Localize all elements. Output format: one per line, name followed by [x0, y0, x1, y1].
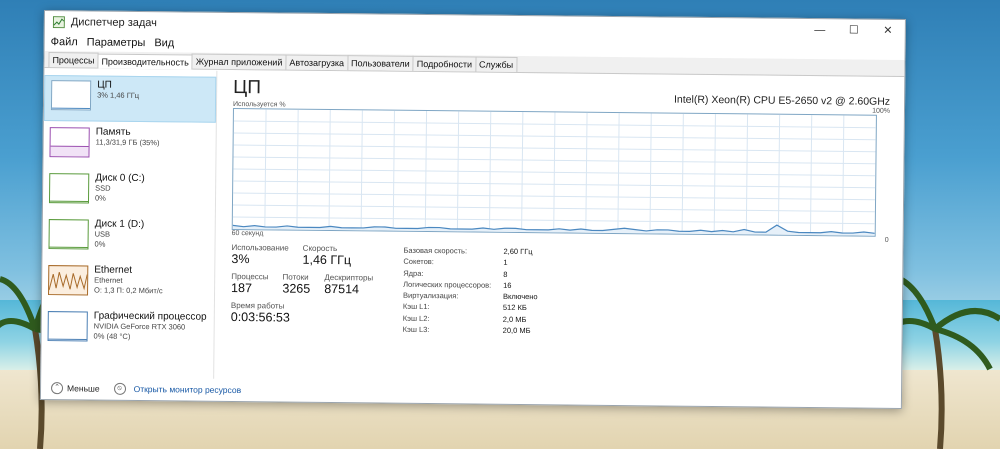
uptime-value: 0:03:56:53: [230, 309, 290, 325]
sidebar-item-ethernet[interactable]: Ethernet Ethernet О: 1,3 П: 0,2 Мбит/с: [42, 261, 214, 307]
grid-line-vertical: [328, 109, 331, 231]
sidebar-item-sub2: 0% (48 °C): [93, 331, 131, 341]
spec-value: Включено: [502, 292, 538, 302]
task-manager-icon: [52, 16, 65, 29]
menu-options[interactable]: Параметры: [87, 36, 146, 49]
tab-processes[interactable]: Процессы: [48, 52, 99, 68]
close-button[interactable]: ✕: [871, 20, 905, 42]
processes-value: 187: [231, 280, 253, 296]
grid-line-vertical: [264, 109, 267, 230]
menu-file[interactable]: Файл: [51, 36, 78, 48]
grid-line-vertical: [296, 109, 299, 230]
sidebar-item-memory[interactable]: Память 11,3/31,9 ГБ (35%): [43, 123, 215, 169]
grid-line-vertical: [809, 115, 813, 236]
grid-line-vertical: [713, 114, 716, 235]
sidebar-item-sub2: 0%: [94, 193, 106, 203]
disk-graph-icon: [48, 173, 90, 204]
fewer-details-label: Меньше: [66, 383, 100, 394]
tab-details[interactable]: Подробности: [412, 55, 477, 72]
cpu-detail-panel: ЦП Intel(R) Xeon(R) CPU E5-2650 v2 @ 2.6…: [214, 71, 904, 386]
grid-line-vertical: [489, 111, 492, 232]
task-manager-window: Диспетчер задач — ☐ ✕ Файл Параметры Вид…: [39, 10, 906, 410]
cpu-specs-list: Базовая скорость: 2,60 ГГц Сокетов: 1 Ядра…: [403, 245, 539, 337]
grid-line-vertical: [456, 111, 460, 232]
sidebar-item-sub: USB: [94, 229, 111, 239]
threads-value: 3265: [282, 281, 311, 296]
disk-graph-icon: [48, 219, 89, 250]
grid-line-vertical: [745, 114, 749, 235]
grid-line-vertical: [392, 110, 395, 231]
cpu-usage-graph: [231, 107, 877, 237]
window-title: Диспетчер задач: [70, 16, 157, 30]
grid-line-vertical: [424, 111, 428, 232]
spec-row: Кэш L3: 20,0 МБ: [403, 324, 538, 337]
graph-time-label: 60 секунд: [231, 229, 264, 238]
tab-services[interactable]: Службы: [475, 56, 518, 72]
spec-value: 16: [503, 280, 512, 290]
sidebar-item-title: Память: [95, 126, 131, 138]
sidebar-item-sub: SSD: [95, 183, 111, 193]
minimize-button[interactable]: —: [803, 19, 837, 41]
chevron-up-icon: ⌃: [50, 382, 64, 395]
grid-line-vertical: [777, 114, 781, 235]
sidebar-item-sub: Ethernet: [94, 275, 123, 285]
grid-line-vertical: [360, 110, 363, 231]
spec-value: 2,0 МБ: [502, 314, 527, 324]
maximize-button[interactable]: ☐: [837, 19, 871, 41]
fewer-details-button[interactable]: ⌃ Меньше: [50, 382, 100, 395]
sidebar-item-sub: 11,3/31,9 ГБ (35%): [95, 137, 160, 148]
spec-key: Кэш L3:: [402, 324, 430, 335]
processes-label: Процессы: [231, 271, 269, 282]
threads-label: Потоки: [282, 272, 309, 282]
grid-line-vertical: [681, 113, 684, 234]
grid-line-vertical: [842, 115, 845, 236]
spec-value: 1: [503, 258, 508, 268]
grid-line-vertical: [553, 112, 556, 233]
spec-value: 2,60 ГГц: [503, 246, 533, 257]
resource-monitor-icon: ⦸: [113, 382, 126, 395]
network-graph-icon: [48, 265, 89, 296]
grid-line-vertical: [649, 113, 652, 234]
performance-sidebar: ЦП 3% 1,46 ГГц Память 11,3/31,9 ГБ (35%)…: [41, 69, 218, 379]
speed-value: 1,46 ГГц: [302, 252, 352, 268]
spec-value: 8: [503, 269, 508, 279]
usage-value: 3%: [231, 251, 250, 267]
tab-performance[interactable]: Производительность: [97, 53, 193, 70]
sidebar-item-sub2: О: 1,3 П: 0,2 Мбит/с: [94, 285, 163, 296]
spec-value: 20,0 МБ: [502, 325, 531, 336]
sidebar-item-title: Ethernet: [94, 264, 133, 276]
cpu-usage-plot: [232, 109, 876, 236]
tab-startup[interactable]: Автозагрузка: [285, 54, 349, 71]
gpu-graph-icon: [47, 311, 88, 342]
sidebar-item-title: Диск 1 (D:): [94, 218, 145, 231]
sidebar-item-cpu[interactable]: ЦП 3% 1,46 ГГц: [43, 75, 217, 123]
open-resource-monitor-link[interactable]: Открыть монитор ресурсов: [134, 384, 242, 395]
speed-label: Скорость: [302, 243, 338, 254]
cpu-model-name: Intel(R) Xeon(R) CPU E5-2650 v2 @ 2.60GH…: [673, 93, 891, 108]
handles-value: 87514: [324, 281, 360, 297]
sidebar-item-title: ЦП: [97, 79, 112, 91]
sidebar-item-sub2: 0%: [94, 239, 106, 249]
memory-graph-icon: [49, 127, 90, 158]
tab-app-history[interactable]: Журнал приложений: [191, 53, 287, 70]
cpu-graph-icon: [50, 80, 92, 111]
graph-min-label: 0: [884, 236, 889, 244]
sidebar-item-sub: 3% 1,46 ГГц: [97, 90, 140, 101]
sidebar-item-gpu[interactable]: Графический процессор NVIDIA GeForce RTX…: [41, 307, 213, 353]
sidebar-item-disk-1[interactable]: Диск 1 (D:) USB 0%: [42, 215, 214, 261]
grid-line-vertical: [521, 112, 524, 233]
sidebar-item-title: Диск 0 (C:): [95, 172, 145, 185]
grid-line-vertical: [617, 113, 620, 234]
tab-users[interactable]: Пользователи: [346, 55, 414, 71]
sidebar-item-disk-0[interactable]: Диск 0 (C:) SSD 0%: [43, 169, 215, 215]
menu-view[interactable]: Вид: [154, 37, 174, 49]
grid-line-vertical: [585, 112, 588, 233]
spec-value: 512 КБ: [502, 303, 527, 313]
